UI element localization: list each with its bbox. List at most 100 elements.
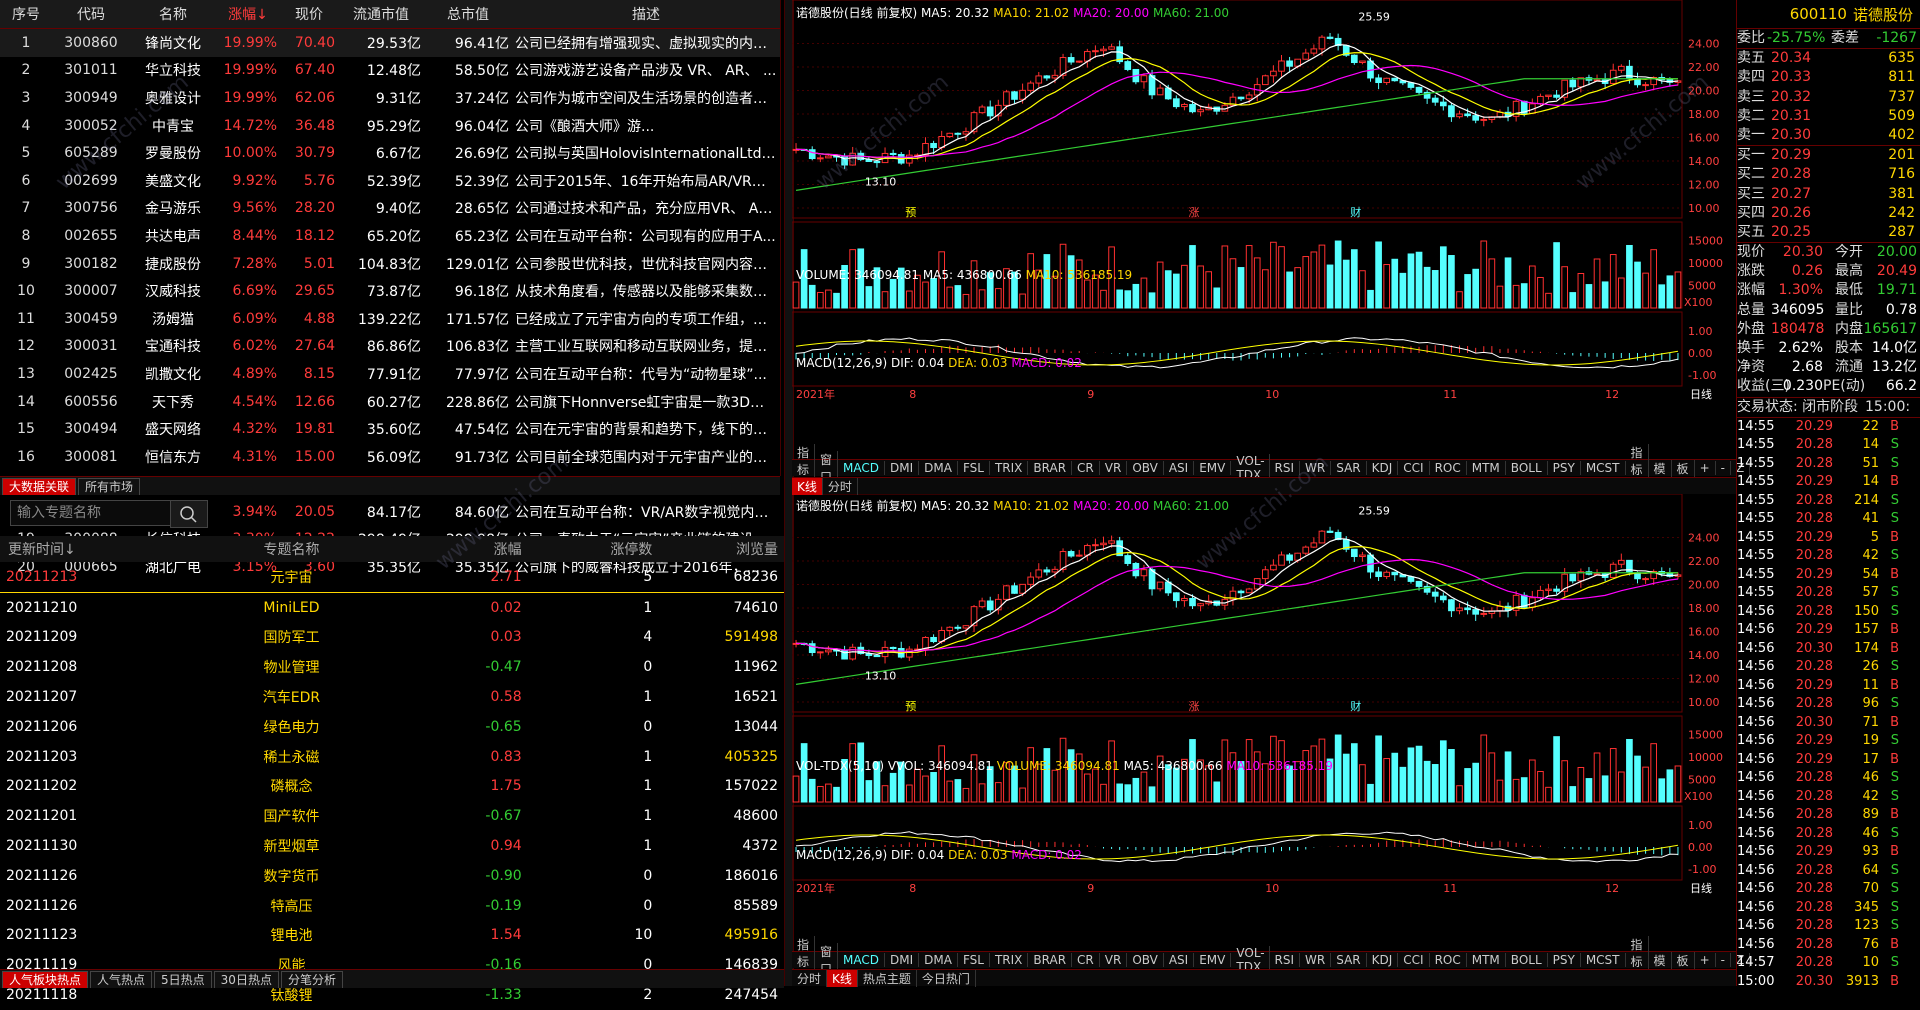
indicator-tab[interactable]: + bbox=[1695, 953, 1716, 967]
chart-mode-tab[interactable]: K线 bbox=[792, 477, 823, 495]
table-row[interactable]: 15 300494 盛天网络 4.32% 19.81 35.60亿 47.54亿 公司在元宇宙… bbox=[0, 415, 780, 443]
indicator-tab[interactable]: MCST bbox=[1581, 953, 1626, 967]
topic-tab[interactable]: 30日热点 bbox=[213, 970, 279, 988]
indicator-tab[interactable]: BOLL bbox=[1506, 953, 1548, 967]
tab-big-data[interactable]: 大数据关联 bbox=[2, 477, 77, 495]
topic-search-input[interactable]: 输入专题名称 bbox=[10, 500, 178, 526]
indicator-tab[interactable]: VR bbox=[1100, 461, 1128, 475]
tab-all-market[interactable]: 所有市场 bbox=[78, 477, 141, 495]
table-row[interactable]: 9 300182 捷成股份 7.28% 5.01 104.83亿 129.01亿 公司参股世优… bbox=[0, 250, 780, 278]
indicator-tab[interactable]: OBV bbox=[1127, 461, 1164, 475]
stock-col-header[interactable]: 涨幅↓ bbox=[216, 0, 280, 29]
list-item[interactable]: 20211208 物业管理 -0.47 0 11962 bbox=[0, 652, 784, 682]
indicator-tab[interactable]: CR bbox=[1072, 953, 1100, 967]
indicator-tab[interactable]: ASI bbox=[1164, 461, 1195, 475]
list-item[interactable]: 20211130 新型烟草 0.94 1 4372 bbox=[0, 831, 784, 861]
topic-tab[interactable]: 人气热点 bbox=[90, 970, 153, 988]
indicator-tab[interactable]: - bbox=[1716, 461, 1731, 475]
indicator-tab[interactable]: MTM bbox=[1467, 461, 1506, 475]
table-row[interactable]: 12 300031 宝通科技 6.02% 27.64 86.86亿 106.83亿 主营工业互… bbox=[0, 333, 780, 361]
list-item[interactable]: 20211202 磷概念 1.75 1 157022 bbox=[0, 772, 784, 802]
indicator-tab[interactable]: MACD bbox=[838, 461, 886, 475]
indicator-tab[interactable]: RSI bbox=[1270, 461, 1301, 475]
indicator-tab[interactable]: ROC bbox=[1430, 461, 1467, 475]
search-button[interactable] bbox=[170, 500, 208, 528]
bottom-mode-tab[interactable]: 热点主题 bbox=[858, 969, 917, 987]
table-row[interactable]: 2 301011 华立科技 19.99% 67.40 12.48亿 58.50亿 公司游戏游艺… bbox=[0, 57, 780, 85]
indicator-tab[interactable]: EMV bbox=[1194, 953, 1232, 967]
table-row[interactable]: 4 300052 中青宝 14.72% 36.48 95.29亿 96.04亿 公司《酿酒大师… bbox=[0, 112, 780, 140]
topic-col-header[interactable]: 更新时间↓ bbox=[0, 536, 181, 562]
list-item[interactable]: 20211207 汽车EDR 0.58 1 16521 bbox=[0, 682, 784, 712]
indicator-tab[interactable]: MACD bbox=[838, 953, 886, 967]
indicator-tab[interactable]: BOLL bbox=[1506, 461, 1548, 475]
topic-tab[interactable]: 分笔分析 bbox=[280, 970, 343, 988]
list-item[interactable]: 20211206 绿色电力 -0.65 0 13044 bbox=[0, 712, 784, 742]
indicator-tab[interactable]: + bbox=[1695, 461, 1716, 475]
stock-col-header[interactable]: 总市值 bbox=[424, 0, 512, 29]
list-item[interactable]: 20211126 数字货币 -0.90 0 186016 bbox=[0, 861, 784, 891]
stock-col-header[interactable]: 流通市值 bbox=[338, 0, 424, 29]
table-row[interactable]: 1 300860 锋尚文化 19.99% 70.40 29.53亿 96.41亿 公司已经拥有… bbox=[0, 28, 780, 57]
indicator-tab[interactable]: ASI bbox=[1164, 953, 1195, 967]
indicator-tab[interactable]: TRIX bbox=[990, 953, 1029, 967]
indicator-tab[interactable]: MTM bbox=[1467, 953, 1506, 967]
topic-col-header[interactable]: 浏览量 bbox=[653, 536, 784, 562]
topic-col-header[interactable]: 涨幅 bbox=[402, 536, 523, 562]
indicator-tab[interactable]: FSL bbox=[958, 461, 990, 475]
indicator-tab[interactable]: BRAR bbox=[1028, 461, 1073, 475]
indicator-tab[interactable]: WR bbox=[1300, 461, 1332, 475]
indicator-tab[interactable]: 板 bbox=[1672, 951, 1695, 969]
indicator-tab[interactable]: SAR bbox=[1331, 461, 1367, 475]
table-row[interactable]: 16 300081 恒信东方 4.31% 15.00 56.09亿 91.73亿 公司目前全球… bbox=[0, 443, 780, 471]
list-item[interactable]: 20211126 特高压 -0.19 0 85589 bbox=[0, 891, 784, 921]
indicator-tab[interactable]: DMI bbox=[885, 953, 920, 967]
indicator-tab[interactable]: MCST bbox=[1581, 461, 1626, 475]
indicator-tab[interactable]: - bbox=[1716, 953, 1731, 967]
indicator-tab[interactable]: 板 bbox=[1672, 459, 1695, 477]
indicator-tab[interactable]: PSY bbox=[1548, 461, 1581, 475]
indicator-tab[interactable]: WR bbox=[1300, 953, 1332, 967]
stock-col-header[interactable]: 现价 bbox=[280, 0, 338, 29]
indicator-tab[interactable]: KDJ bbox=[1367, 953, 1399, 967]
list-item[interactable]: 20211209 国防军工 0.03 4 591498 bbox=[0, 623, 784, 653]
list-item[interactable]: 20211203 稀土永磁 0.83 1 405325 bbox=[0, 742, 784, 772]
indicator-tab[interactable]: OBV bbox=[1127, 953, 1164, 967]
indicator-tab[interactable]: CR bbox=[1072, 461, 1100, 475]
table-row[interactable]: 7 300756 金马游乐 9.56% 28.20 9.40亿 28.65亿 公司通过技术和产… bbox=[0, 195, 780, 223]
bottom-mode-tab[interactable]: K线 bbox=[827, 969, 858, 987]
stock-col-header[interactable]: 代码 bbox=[52, 0, 130, 29]
indicator-tab[interactable]: PSY bbox=[1548, 953, 1581, 967]
indicator-tab[interactable]: 模 bbox=[1649, 951, 1672, 969]
stock-col-header[interactable]: 描述 bbox=[512, 0, 780, 29]
indicator-tab[interactable]: VR bbox=[1100, 953, 1128, 967]
indicator-tab[interactable]: EMV bbox=[1194, 461, 1232, 475]
list-item[interactable]: 20211123 锂电池 1.54 10 495916 bbox=[0, 921, 784, 951]
indicator-tab[interactable]: DMA bbox=[919, 953, 958, 967]
indicator-tab[interactable]: SAR bbox=[1331, 953, 1367, 967]
list-item[interactable]: 20211210 MiniLED 0.02 1 74610 bbox=[0, 592, 784, 622]
table-row[interactable]: 10 300007 汉威科技 6.69% 29.65 73.87亿 96.18亿 从技术角度看… bbox=[0, 277, 780, 305]
indicator-tab[interactable]: TRIX bbox=[990, 461, 1029, 475]
topic-col-header[interactable]: 涨停数 bbox=[522, 536, 654, 562]
stock-col-header[interactable]: 名称 bbox=[130, 0, 216, 29]
indicator-tab[interactable]: KDJ bbox=[1367, 461, 1399, 475]
indicator-tab[interactable]: CCI bbox=[1398, 953, 1430, 967]
bottom-mode-tab[interactable]: 今日热门 bbox=[917, 969, 976, 987]
indicator-tab[interactable]: DMA bbox=[919, 461, 958, 475]
indicator-tab[interactable]: DMI bbox=[885, 461, 920, 475]
table-row[interactable]: 5 605289 罗曼股份 10.00% 30.79 6.67亿 26.69亿 公司拟与英国H… bbox=[0, 139, 780, 167]
stock-col-header[interactable]: 序号 bbox=[0, 0, 52, 29]
table-row[interactable]: 11 300459 汤姆猫 6.09% 4.88 139.22亿 171.57亿 已经成立了元… bbox=[0, 305, 780, 333]
table-row[interactable]: 13 002425 凯撒文化 4.89% 8.15 77.91亿 77.97亿 公司在互动平台… bbox=[0, 360, 780, 388]
indicator-tab[interactable]: BRAR bbox=[1028, 953, 1073, 967]
indicator-tab[interactable]: RSI bbox=[1270, 953, 1301, 967]
indicator-tab[interactable]: CCI bbox=[1398, 461, 1430, 475]
list-item[interactable]: 20211213 元宇宙 2.71 5 68236 bbox=[0, 562, 784, 593]
list-item[interactable]: 20211201 国产软件 -0.67 1 48600 bbox=[0, 801, 784, 831]
table-row[interactable]: 8 002655 共达电声 8.44% 18.12 65.20亿 65.23亿 公司在互动平台… bbox=[0, 222, 780, 250]
indicator-tab[interactable]: FSL bbox=[958, 953, 990, 967]
indicator-tab[interactable]: 模 bbox=[1649, 459, 1672, 477]
topic-col-header[interactable]: 专题名称 bbox=[180, 536, 403, 562]
bottom-mode-tab[interactable]: 分时 bbox=[792, 969, 828, 987]
